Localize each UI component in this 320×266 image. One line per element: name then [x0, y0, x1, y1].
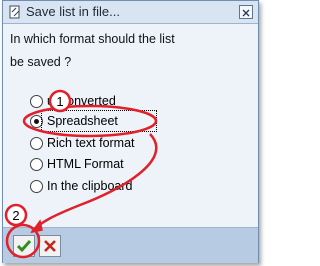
radio-unconverted[interactable] [30, 94, 43, 108]
ok-button[interactable] [13, 235, 35, 257]
option-rich-text[interactable]: Rich text format [30, 133, 135, 153]
radio-html[interactable] [30, 157, 43, 171]
dialog-titlebar: Save list in file... [3, 1, 258, 24]
close-button[interactable] [239, 5, 253, 19]
question-line-1: In which format should the list [10, 32, 175, 46]
radio-spreadsheet[interactable] [30, 114, 43, 128]
dialog-title: Save list in file... [26, 4, 120, 19]
cancel-button[interactable] [39, 235, 61, 257]
option-unconverted[interactable]: unconverted [30, 91, 116, 111]
option-label: Rich text format [47, 136, 135, 150]
option-html[interactable]: HTML Format [30, 154, 124, 174]
option-label: HTML Format [47, 157, 124, 171]
cancel-x-icon [44, 240, 56, 252]
format-question: In which format should the list be saved… [10, 28, 250, 74]
radio-rich-text[interactable] [30, 136, 43, 150]
page-icon [9, 5, 20, 19]
radio-clipboard[interactable] [30, 179, 43, 193]
option-label: Spreadsheet [47, 114, 118, 128]
checkmark-icon [16, 240, 32, 253]
dialog-footer [3, 227, 258, 263]
option-clipboard[interactable]: In the clipboard [30, 176, 132, 196]
close-icon [242, 9, 250, 17]
question-line-2: be saved ? [10, 55, 72, 69]
option-label: In the clipboard [47, 179, 133, 193]
option-label: unconverted [47, 94, 116, 108]
save-list-dialog: Save list in file... In which format sho… [2, 0, 259, 263]
option-spreadsheet[interactable]: Spreadsheet [30, 111, 118, 131]
